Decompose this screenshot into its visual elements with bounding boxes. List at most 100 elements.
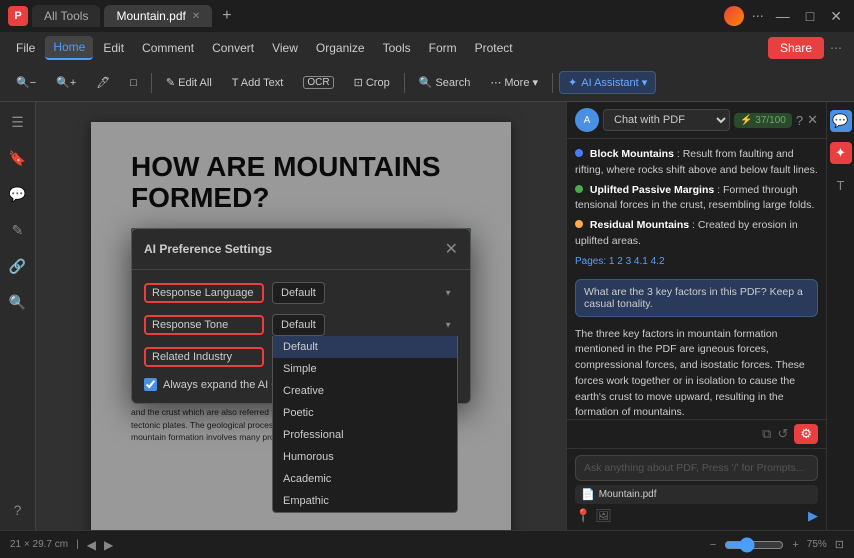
menu-home[interactable]: Home [45, 36, 93, 60]
chat-settings-button[interactable]: ⚙ [794, 424, 818, 444]
zoom-out-button[interactable]: 🔍− [8, 72, 44, 93]
zoom-in-button[interactable]: 🔍+ [48, 72, 84, 93]
sidebar-icon-search[interactable]: 🔍 [6, 290, 30, 314]
chat-location-button[interactable]: 📍 [575, 508, 591, 524]
highlight-tool-button[interactable]: 🖊 [88, 72, 118, 93]
chat-close-button[interactable]: ✕ [807, 112, 818, 128]
menu-file[interactable]: File [8, 37, 43, 59]
share-button[interactable]: Share [768, 37, 824, 59]
tab-all-tools[interactable]: All Tools [32, 5, 100, 27]
tone-option-humorous[interactable]: Humorous [273, 446, 457, 468]
sidebar-icon-link[interactable]: 🔗 [6, 254, 30, 278]
more-button[interactable]: ⋯ More ▾ [482, 72, 546, 93]
modal-title-bar: AI Preference Settings ✕ [132, 229, 470, 270]
chat-message-bullets: Block Mountains : Result from faulting a… [575, 147, 818, 269]
add-text-button[interactable]: T Add Text [224, 73, 292, 93]
tone-dropdown-list: Default Simple Creative Poetic Professio… [272, 336, 458, 513]
new-tab-button[interactable]: + [216, 7, 237, 25]
bullet-title-3: Residual Mountains [590, 219, 689, 231]
response-language-row: Response Language Default [144, 282, 458, 304]
bullet-title-1: Block Mountains [590, 148, 674, 160]
status-bar: 21 × 29.7 cm | ◀ ▶ − + 75% ⊡ [0, 530, 854, 558]
chat-mode-select[interactable]: Chat with PDF [603, 109, 730, 131]
search-button[interactable]: 🔍 Search [411, 72, 479, 93]
tone-option-empathic[interactable]: Empathic [273, 490, 457, 512]
minimize-button[interactable]: — [772, 8, 794, 24]
related-industry-label: Related Industry [144, 347, 264, 367]
page-size-label: 21 × 29.7 cm [10, 539, 68, 550]
response-language-select-wrap: Default [272, 282, 458, 304]
edit-all-button[interactable]: ✎ Edit All [158, 72, 220, 93]
response-language-label: Response Language [144, 283, 264, 303]
chat-refresh-button[interactable]: ↺ [777, 426, 788, 442]
sidebar-icon-help[interactable]: ? [6, 498, 30, 522]
nav-next-button[interactable]: ▶ [104, 538, 113, 552]
chat-action-row: ⧉ ↺ ⚙ [567, 419, 826, 448]
modal-close-button[interactable]: ✕ [445, 239, 458, 259]
menu-protect[interactable]: Protect [467, 37, 521, 59]
menu-form[interactable]: Form [421, 37, 465, 59]
chat-info-button[interactable]: ? [796, 112, 803, 128]
modal-title: AI Preference Settings [144, 242, 272, 256]
tab-label: All Tools [44, 9, 88, 23]
sidebar-icon-edit[interactable]: ✎ [6, 218, 30, 242]
sidebar-icon-comment[interactable]: 💬 [6, 182, 30, 206]
tone-option-creative[interactable]: Creative [273, 380, 457, 402]
file-name: Mountain.pdf [599, 489, 657, 500]
tab-close-icon[interactable]: ✕ [192, 11, 200, 22]
rs-icon-ai[interactable]: ✦ [830, 142, 852, 164]
chat-copy-button[interactable]: ⧉ [762, 426, 771, 442]
expand-ai-checkbox[interactable] [144, 378, 157, 391]
tab-mountain-pdf[interactable]: Mountain.pdf ✕ [104, 5, 212, 27]
title-bar: P All Tools Mountain.pdf ✕ + ⋯ — □ ✕ [0, 0, 854, 32]
response-language-select[interactable]: Default [272, 282, 325, 304]
shape-tool-button[interactable]: □ [122, 73, 145, 93]
maximize-button[interactable]: □ [802, 8, 818, 24]
zoom-value-label: 75% [807, 539, 827, 550]
rs-icon-translate[interactable]: T [830, 174, 852, 196]
main-content: ☰ 🔖 💬 ✎ 🔗 🔍 ? HOW ARE MOUNTAINS FORMED? [0, 102, 854, 530]
crop-button[interactable]: ⊡ Crop [346, 72, 398, 93]
zoom-out-status-button[interactable]: − [710, 539, 716, 551]
dot-blue-icon [575, 149, 583, 157]
right-sidebar: 💬 ✦ T [826, 102, 854, 530]
rs-icon-chat[interactable]: 💬 [830, 110, 852, 132]
tone-option-default[interactable]: Default [273, 336, 457, 358]
sidebar-icon-bookmark[interactable]: 🔖 [6, 146, 30, 170]
response-tone-select[interactable]: Default [272, 314, 325, 336]
more-options-icon[interactable]: ⋯ [752, 9, 764, 23]
zoom-in-status-button[interactable]: + [792, 539, 798, 551]
tone-option-poetic[interactable]: Poetic [273, 402, 457, 424]
menu-more-icon[interactable]: ⋯ [826, 41, 846, 55]
assistant-text-1: The three key factors in mountain format… [575, 328, 805, 419]
response-tone-select-wrap: Default Default Simple Creative Poetic P… [272, 314, 458, 336]
ai-assistant-button[interactable]: ✦ AI Assistant ▾ [559, 71, 656, 94]
menu-edit[interactable]: Edit [95, 37, 132, 59]
chat-toolbar: 📍 🖼 ▶ [575, 508, 818, 524]
zoom-slider[interactable] [724, 537, 784, 553]
chat-attachment-button[interactable]: 🖼 [595, 508, 612, 524]
nav-prev-button[interactable]: ◀ [87, 538, 96, 552]
tone-option-simple[interactable]: Simple [273, 358, 457, 380]
fit-page-button[interactable]: ⊡ [835, 538, 844, 551]
chat-input-area: Ask anything about PDF, Press '/' for Pr… [567, 448, 826, 530]
menu-comment[interactable]: Comment [134, 37, 202, 59]
window-controls: ⋯ — □ ✕ [724, 6, 846, 26]
close-button[interactable]: ✕ [826, 8, 846, 25]
left-sidebar: ☰ 🔖 💬 ✎ 🔗 🔍 ? [0, 102, 36, 530]
toolbar: 🔍− 🔍+ 🖊 □ ✎ Edit All T Add Text OCR ⊡ Cr… [0, 64, 854, 102]
dot-orange-icon [575, 220, 583, 228]
pdf-area: HOW ARE MOUNTAINS FORMED? Mountains are … [36, 102, 566, 530]
sidebar-icon-menu[interactable]: ☰ [6, 110, 30, 134]
tone-option-academic[interactable]: Academic [273, 468, 457, 490]
chat-input[interactable]: Ask anything about PDF, Press '/' for Pr… [575, 455, 818, 481]
menu-convert[interactable]: Convert [204, 37, 262, 59]
chat-messages: Block Mountains : Result from faulting a… [567, 139, 826, 419]
chat-avatar: A [575, 108, 599, 132]
menu-tools[interactable]: Tools [375, 37, 419, 59]
chat-send-button[interactable]: ▶ [808, 508, 818, 524]
menu-organize[interactable]: Organize [308, 37, 373, 59]
tone-option-professional[interactable]: Professional [273, 424, 457, 446]
ocr-button[interactable]: OCR [295, 72, 341, 93]
menu-view[interactable]: View [264, 37, 306, 59]
